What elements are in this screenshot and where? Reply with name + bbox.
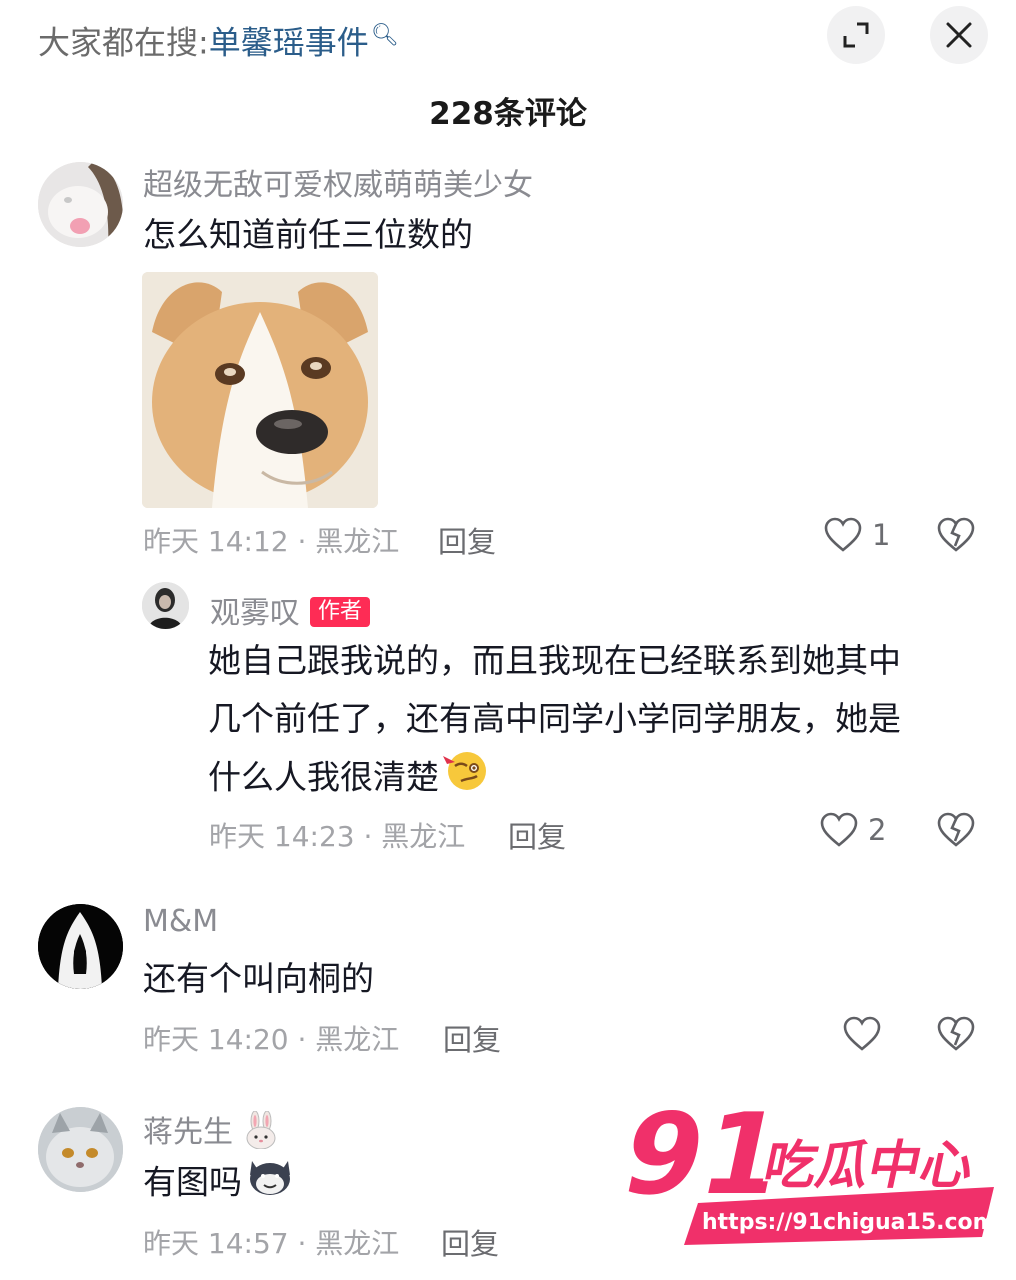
expand-icon [843,22,869,48]
like-count: 1 [872,518,891,552]
rabbit-emoji-icon [243,1110,279,1157]
close-icon [946,22,972,48]
broken-heart-icon [937,812,975,847]
reply-text-line: 几个前任了，还有高中同学小学同学朋友，她是 [208,699,901,738]
broken-heart-icon [937,517,975,552]
comment-meta: 昨天 14:57 · 黑龙江 [143,1227,400,1260]
like-button[interactable]: 2 [820,812,886,848]
reply-text: 她自己跟我说的，而且我现在已经联系到她其中 几个前任了，还有高中同学小学同学朋友… [208,632,978,810]
reply-meta: 昨天 14:23 · 黑龙江 [209,820,466,853]
comment-username[interactable]: M&M [143,904,218,939]
search-prefix: 大家都在搜: [38,23,209,62]
avatar[interactable] [142,582,189,629]
search-term-link[interactable]: 单馨瑶事件 [209,24,369,62]
watermark-logo: 91 吃瓜中心 https://91chigua15.com [609,1087,1000,1255]
comment-username-text: 蒋先生 [143,1115,233,1150]
close-button[interactable] [930,6,988,64]
search-icon: 🔍︎ [370,23,399,48]
reply-button[interactable]: 回复 [441,1221,499,1263]
reply-username-text: 观雾叹 [210,596,300,631]
smirk-emoji-icon [441,748,489,810]
watermark-url: https://91chigua15.com [702,1210,996,1235]
comment-count-title: 228条评论 [429,96,587,132]
like-button[interactable]: 1 [824,517,890,553]
reply-button[interactable]: 回复 [443,1017,501,1059]
comment-meta: 昨天 14:12 · 黑龙江 [143,525,400,558]
avatar[interactable] [38,162,123,247]
watermark-title: 吃瓜中心 [759,1136,980,1196]
comment-meta: 昨天 14:20 · 黑龙江 [143,1023,400,1056]
comment-text-content: 有图吗 [143,1162,242,1202]
person-avatar-image [142,582,189,629]
avatar[interactable] [38,904,123,989]
heart-icon [843,1016,881,1051]
heart-icon [824,517,862,552]
silhouette-avatar-image [38,904,123,989]
search-suggestion[interactable]: 大家都在搜:单馨瑶事件🔍︎ [38,14,399,65]
persian-cat-avatar-image [38,1107,123,1192]
expand-button[interactable] [827,6,885,64]
reply-text-line: 她自己跟我说的，而且我现在已经联系到她其中 [208,641,901,680]
broken-heart-icon [937,1016,975,1051]
comment-text: 有图吗 [143,1153,294,1215]
comment-text: 怎么知道前任三位数的 [143,215,473,254]
heart-icon [820,812,858,847]
reply-button[interactable]: 回复 [438,519,496,561]
cat-avatar-image [38,162,123,247]
cat-sticker-emoji-icon [246,1153,294,1215]
like-button[interactable] [843,1016,891,1052]
avatar[interactable] [38,1107,123,1192]
author-badge: 作者 [310,596,371,627]
dog-sticker-image[interactable] [142,272,378,508]
comment-text: 还有个叫向桐的 [143,959,374,998]
comment-username[interactable]: 超级无敌可爱权威萌萌美少女 [143,160,533,204]
reply-button[interactable]: 回复 [508,814,566,856]
reply-text-line-last: 什么人我很清楚 [208,748,978,810]
comment-username[interactable]: 蒋先生 [143,1107,279,1157]
dislike-button[interactable] [937,812,975,852]
dislike-button[interactable] [937,1016,975,1056]
like-count: 2 [868,813,887,847]
reply-username[interactable]: 观雾叹 作者 [210,588,371,632]
dislike-button[interactable] [937,517,975,557]
reply-text-line: 什么人我很清楚 [208,757,439,797]
